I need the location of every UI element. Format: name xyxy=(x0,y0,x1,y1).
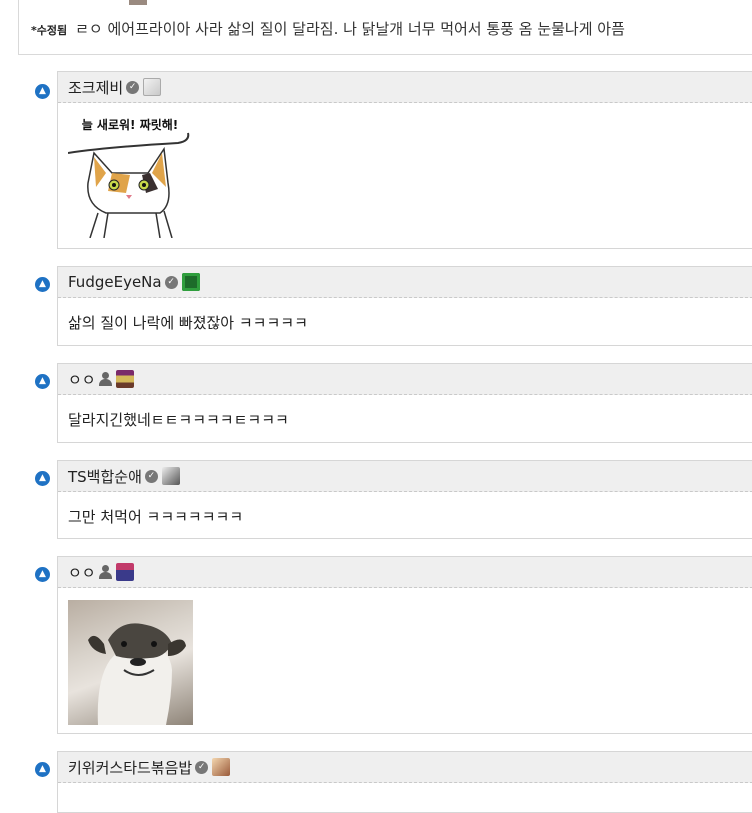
photo-icon xyxy=(212,758,231,776)
nickname[interactable]: ㅇㅇ xyxy=(68,369,96,390)
reply-content: 늘 새로워! 짜릿해! xyxy=(58,103,752,247)
nickname[interactable]: 조크제비 xyxy=(68,77,123,98)
reply-box: 조크제비 ✓ 늘 새로워! 짜릿해! xyxy=(57,71,752,249)
reply-arrow-icon: ▲ xyxy=(35,567,50,582)
avatar-fragment xyxy=(129,0,147,5)
reply-box: ㅇㅇ xyxy=(57,556,752,734)
pixel-car-icon xyxy=(115,563,134,581)
reply-header: ㅇㅇ xyxy=(58,364,752,395)
reply-text: 삶의 질이 나락에 빠졌잖아 ㅋㅋㅋㅋㅋ xyxy=(68,314,308,332)
image-caption: 늘 새로워! 짜릿해! xyxy=(82,117,179,132)
dog-image[interactable] xyxy=(68,600,193,725)
reply-box: 키위커스타드볶음밥 ✓ xyxy=(57,751,752,813)
scroll-icon xyxy=(143,78,162,96)
verified-check-icon: ✓ xyxy=(164,275,178,289)
reply-box: ㅇㅇ 달라지긴했네ㅌㅌㅋㅋㅋㅋㅌㅋㅋㅋ xyxy=(57,363,752,443)
reply-text: 그만 처먹어 ㅋㅋㅋㅋㅋㅋㅋ xyxy=(68,508,244,526)
nickname[interactable]: TS백합순애 xyxy=(68,466,142,487)
verified-check-icon: ✓ xyxy=(144,469,158,483)
cat-meme-image[interactable]: 늘 새로워! 짜릿해! xyxy=(67,113,193,239)
reply-box: FudgeEyeNa ✓ 삶의 질이 나락에 빠졌잖아 ㅋㅋㅋㅋㅋ xyxy=(57,266,752,346)
person-icon xyxy=(98,565,112,579)
parent-comment-line: *수정됨 ㄹㅇ 에어프라이아 사라 삶의 질이 달라짐. 나 닭날개 너무 먹어서… xyxy=(31,18,625,39)
frog-icon xyxy=(181,273,200,291)
reply-header: 조크제비 ✓ xyxy=(58,72,752,103)
verified-check-icon: ✓ xyxy=(195,760,209,774)
reply-text xyxy=(58,783,752,797)
reply-header: ㅇㅇ xyxy=(58,557,752,588)
reply-content xyxy=(58,588,752,732)
verified-check-icon: ✓ xyxy=(126,80,140,94)
reply-header: 키위커스타드볶음밥 ✓ xyxy=(58,752,752,783)
reply-box: TS백합순애 ✓ 그만 처먹어 ㅋㅋㅋㅋㅋㅋㅋ xyxy=(57,460,752,539)
photo-icon xyxy=(161,467,180,485)
reply-arrow-icon: ▲ xyxy=(35,762,50,777)
nickname[interactable]: FudgeEyeNa xyxy=(68,273,162,291)
nickname[interactable]: ㅇㅇ xyxy=(68,562,96,583)
reply-arrow-icon: ▲ xyxy=(35,277,50,292)
parent-comment-text: ㄹㅇ 에어프라이아 사라 삶의 질이 달라짐. 나 닭날개 너무 먹어서 통풍 … xyxy=(75,20,625,38)
reply-arrow-icon: ▲ xyxy=(35,84,50,99)
nickname[interactable]: 키위커스타드볶음밥 xyxy=(68,757,192,778)
edited-label: *수정됨 xyxy=(31,24,68,37)
pixel-character-icon xyxy=(115,370,134,388)
reply-arrow-icon: ▲ xyxy=(35,471,50,486)
reply-arrow-icon: ▲ xyxy=(35,374,50,389)
person-icon xyxy=(98,372,112,386)
parent-comment: *수정됨 ㄹㅇ 에어프라이아 사라 삶의 질이 달라짐. 나 닭날개 너무 먹어서… xyxy=(18,0,752,55)
reply-header: FudgeEyeNa ✓ xyxy=(58,267,752,298)
reply-text: 달라지긴했네ㅌㅌㅋㅋㅋㅋㅌㅋㅋㅋ xyxy=(68,411,289,429)
reply-header: TS백합순애 ✓ xyxy=(58,461,752,492)
